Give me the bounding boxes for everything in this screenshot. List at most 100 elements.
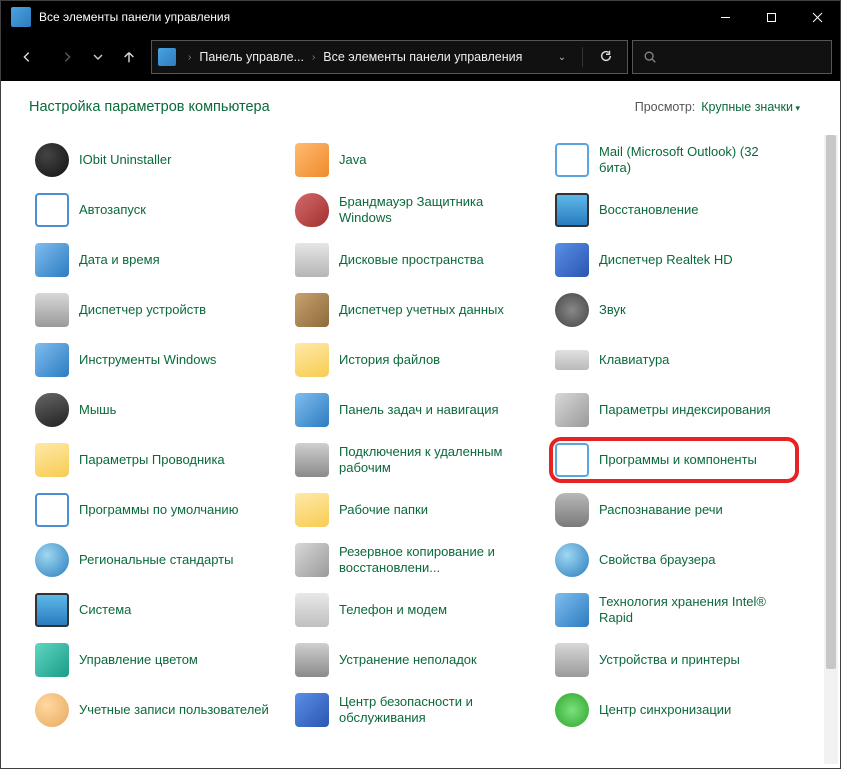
item-system[interactable]: Система xyxy=(29,587,279,633)
item-date-time[interactable]: Дата и время xyxy=(29,237,279,283)
item-programs-and-features-icon xyxy=(555,443,589,477)
minimize-button[interactable] xyxy=(702,1,748,33)
item-label: Клавиатура xyxy=(599,352,669,368)
search-input[interactable] xyxy=(632,40,832,74)
breadcrumb-seg-1[interactable]: Панель управле... xyxy=(199,50,304,64)
item-java[interactable]: Java xyxy=(289,137,539,183)
item-speech-recognition[interactable]: Распознавание речи xyxy=(549,487,799,533)
item-label: Параметры индексирования xyxy=(599,402,771,418)
page-heading: Настройка параметров компьютера xyxy=(29,99,635,115)
item-phone-modem[interactable]: Телефон и модем xyxy=(289,587,539,633)
item-label: Устройства и принтеры xyxy=(599,652,740,668)
item-recovery-icon xyxy=(555,193,589,227)
item-label: Технология хранения Intel® Rapid xyxy=(599,594,789,627)
item-region-icon xyxy=(35,543,69,577)
item-sync-center[interactable]: Центр синхронизации xyxy=(549,687,799,733)
item-remoteapp-connections[interactable]: Подключения к удаленным рабочим xyxy=(289,437,539,483)
vertical-scrollbar[interactable] xyxy=(824,135,838,764)
item-troubleshooting[interactable]: Устранение неполадок xyxy=(289,637,539,683)
item-user-accounts[interactable]: Учетные записи пользователей xyxy=(29,687,279,733)
item-label: Учетные записи пользователей xyxy=(79,702,269,718)
address-dropdown[interactable]: ⌄ xyxy=(548,52,576,63)
item-label: Mail (Microsoft Outlook) (32 бита) xyxy=(599,144,789,177)
item-backup-restore-icon xyxy=(295,543,329,577)
item-sound[interactable]: Звук xyxy=(549,287,799,333)
address-icon xyxy=(158,48,176,66)
breadcrumb-seg-2[interactable]: Все элементы панели управления xyxy=(323,50,522,64)
item-mail-outlook-icon xyxy=(555,143,589,177)
item-autorun[interactable]: Автозапуск xyxy=(29,187,279,233)
item-mouse[interactable]: Мышь xyxy=(29,387,279,433)
address-bar[interactable]: › Панель управле... › Все элементы панел… xyxy=(151,40,628,74)
item-file-history-icon xyxy=(295,343,329,377)
scrollbar-thumb[interactable] xyxy=(826,135,836,669)
item-work-folders[interactable]: Рабочие папки xyxy=(289,487,539,533)
nav-back-button[interactable] xyxy=(9,40,45,74)
nav-up-button[interactable] xyxy=(111,40,147,74)
item-label: IObit Uninstaller xyxy=(79,152,171,168)
nav-recent-dropdown[interactable] xyxy=(89,40,107,74)
chevron-right-icon[interactable]: › xyxy=(306,52,321,63)
item-iobit-uninstaller[interactable]: IObit Uninstaller xyxy=(29,137,279,183)
item-region[interactable]: Региональные стандарты xyxy=(29,537,279,583)
item-troubleshooting-icon xyxy=(295,643,329,677)
item-taskbar-navigation[interactable]: Панель задач и навигация xyxy=(289,387,539,433)
item-defender-firewall-icon xyxy=(295,193,329,227)
item-taskbar-navigation-icon xyxy=(295,393,329,427)
item-iobit-uninstaller-icon xyxy=(35,143,69,177)
item-devices-printers[interactable]: Устройства и принтеры xyxy=(549,637,799,683)
item-label: Параметры Проводника xyxy=(79,452,225,468)
item-programs-and-features[interactable]: Программы и компоненты xyxy=(549,437,799,483)
maximize-button[interactable] xyxy=(748,1,794,33)
item-storage-spaces[interactable]: Дисковые пространства xyxy=(289,237,539,283)
item-device-manager[interactable]: Диспетчер устройств xyxy=(29,287,279,333)
item-label: Диспетчер устройств xyxy=(79,302,206,318)
titlebar: Все элементы панели управления xyxy=(1,1,840,33)
item-keyboard-icon xyxy=(555,350,589,370)
item-indexing-options-icon xyxy=(555,393,589,427)
item-intel-rapid-storage[interactable]: Технология хранения Intel® Rapid xyxy=(549,587,799,633)
item-keyboard[interactable]: Клавиатура xyxy=(549,337,799,383)
item-label: Диспетчер Realtek HD xyxy=(599,252,733,268)
item-windows-tools-icon xyxy=(35,343,69,377)
item-windows-tools[interactable]: Инструменты Windows xyxy=(29,337,279,383)
item-file-history[interactable]: История файлов xyxy=(289,337,539,383)
item-label: Звук xyxy=(599,302,626,318)
item-explorer-options-icon xyxy=(35,443,69,477)
item-autorun-icon xyxy=(35,193,69,227)
item-recovery[interactable]: Восстановление xyxy=(549,187,799,233)
content-area: Настройка параметров компьютера Просмотр… xyxy=(1,81,840,768)
chevron-right-icon[interactable]: › xyxy=(182,52,197,63)
nav-forward-button[interactable] xyxy=(49,40,85,74)
item-mouse-icon xyxy=(35,393,69,427)
close-button[interactable] xyxy=(794,1,840,33)
item-security-maintenance-icon xyxy=(295,693,329,727)
app-icon xyxy=(11,7,31,27)
item-mail-outlook[interactable]: Mail (Microsoft Outlook) (32 бита) xyxy=(549,137,799,183)
item-label: Восстановление xyxy=(599,202,698,218)
item-color-management[interactable]: Управление цветом xyxy=(29,637,279,683)
item-label: Устранение неполадок xyxy=(339,652,477,668)
item-label: Центр безопасности и обслуживания xyxy=(339,694,529,727)
refresh-button[interactable] xyxy=(589,49,623,66)
control-panel-window: Все элементы панели управления › Панель … xyxy=(0,0,841,769)
item-default-programs[interactable]: Программы по умолчанию xyxy=(29,487,279,533)
item-explorer-options[interactable]: Параметры Проводника xyxy=(29,437,279,483)
navbar: › Панель управле... › Все элементы панел… xyxy=(1,33,840,81)
item-realtek-hd[interactable]: Диспетчер Realtek HD xyxy=(549,237,799,283)
item-label: Дата и время xyxy=(79,252,160,268)
item-indexing-options[interactable]: Параметры индексирования xyxy=(549,387,799,433)
item-defender-firewall[interactable]: Брандмауэр Защитника Windows xyxy=(289,187,539,233)
item-label: Свойства браузера xyxy=(599,552,715,568)
item-intel-rapid-storage-icon xyxy=(555,593,589,627)
item-remoteapp-connections-icon xyxy=(295,443,329,477)
item-internet-options[interactable]: Свойства браузера xyxy=(549,537,799,583)
item-label: Резервное копирование и восстановлени... xyxy=(339,544,529,577)
item-credential-manager[interactable]: Диспетчер учетных данных xyxy=(289,287,539,333)
item-security-maintenance[interactable]: Центр безопасности и обслуживания xyxy=(289,687,539,733)
item-backup-restore[interactable]: Резервное копирование и восстановлени... xyxy=(289,537,539,583)
search-icon xyxy=(643,50,657,64)
item-label: Java xyxy=(339,152,366,168)
view-by-dropdown[interactable]: Крупные значки xyxy=(701,100,800,114)
window-title: Все элементы панели управления xyxy=(39,10,230,24)
